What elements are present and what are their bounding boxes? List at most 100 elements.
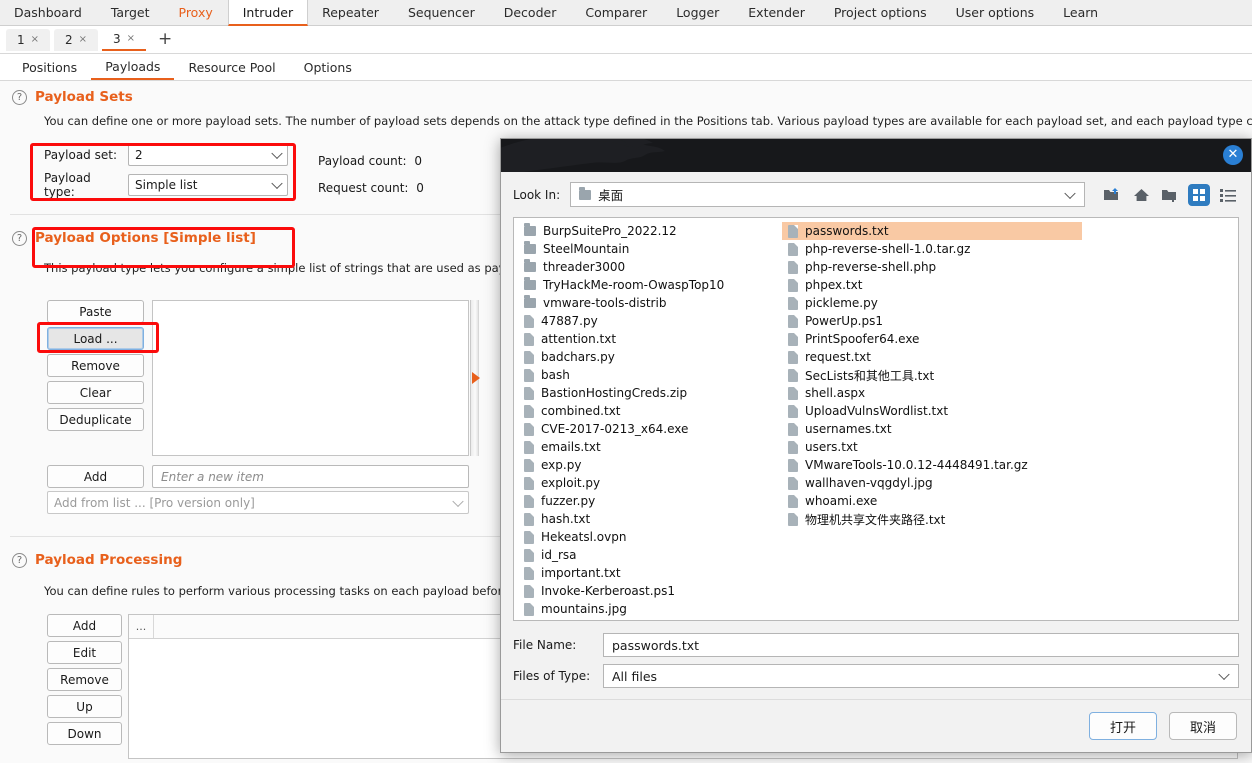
file-item[interactable]: SteelMountain: [518, 240, 768, 258]
file-item[interactable]: exploit.py: [518, 474, 768, 492]
load-button[interactable]: Load ...: [47, 327, 144, 350]
main-tab-comparer[interactable]: Comparer: [571, 0, 662, 25]
main-tab-learn[interactable]: Learn: [1049, 0, 1113, 25]
close-icon[interactable]: ×: [79, 34, 87, 45]
cancel-button[interactable]: 取消: [1169, 712, 1237, 740]
file-item[interactable]: mountains.jpg: [518, 600, 768, 618]
file-item[interactable]: hash.txt: [518, 510, 768, 528]
file-item[interactable]: whoami.exe: [782, 492, 1082, 510]
file-item[interactable]: combined.txt: [518, 402, 768, 420]
file-item[interactable]: usernames.txt: [782, 420, 1082, 438]
sub-tab-positions[interactable]: Positions: [8, 54, 91, 80]
main-tab-extender[interactable]: Extender: [734, 0, 820, 25]
file-item[interactable]: 47887.py: [518, 312, 768, 330]
paste-button[interactable]: Paste: [47, 300, 144, 323]
sub-tab-payloads[interactable]: Payloads: [91, 54, 174, 80]
file-item[interactable]: shell.aspx: [782, 384, 1082, 402]
main-tab-dashboard[interactable]: Dashboard: [0, 0, 97, 25]
new-attack-tab-button[interactable]: +: [150, 31, 180, 48]
rule-add-button[interactable]: Add: [47, 614, 122, 637]
add-payload-button[interactable]: Add: [47, 465, 144, 488]
sub-tab-resource-pool[interactable]: Resource Pool: [174, 54, 289, 80]
file-item[interactable]: pickleme.py: [782, 294, 1082, 312]
file-item[interactable]: id_rsa: [518, 546, 768, 564]
close-icon[interactable]: ✕: [1223, 145, 1243, 165]
file-item-selected[interactable]: passwords.txt: [782, 222, 1082, 240]
rule-down-button[interactable]: Down: [47, 722, 122, 745]
up-folder-icon[interactable]: [1101, 184, 1123, 206]
add-from-list-select[interactable]: Add from list ... [Pro version only]: [47, 491, 469, 514]
open-button[interactable]: 打开: [1089, 712, 1157, 740]
file-item[interactable]: SecLists和其他工具.txt: [782, 366, 1082, 384]
help-icon[interactable]: ?: [12, 553, 27, 568]
close-icon[interactable]: ×: [127, 33, 135, 44]
file-item[interactable]: phpex.txt: [782, 276, 1082, 294]
file-item[interactable]: php-reverse-shell.php: [782, 258, 1082, 276]
file-item[interactable]: emails.txt: [518, 438, 768, 456]
file-item[interactable]: TryHackMe-room-OwaspTop10: [518, 276, 768, 294]
file-item[interactable]: exp.py: [518, 456, 768, 474]
file-item[interactable]: bash: [518, 366, 768, 384]
files-of-type-select[interactable]: All files: [603, 664, 1239, 688]
dialog-title-bar[interactable]: ✕: [501, 139, 1251, 172]
close-icon[interactable]: ×: [31, 34, 39, 45]
file-item[interactable]: node（复件）.js: [518, 618, 768, 621]
list-view-icon[interactable]: [1217, 184, 1239, 206]
help-icon[interactable]: ?: [12, 90, 27, 105]
file-item[interactable]: PrintSpoofer64.exe: [782, 330, 1082, 348]
file-item[interactable]: CVE-2017-0213_x64.exe: [518, 420, 768, 438]
main-tab-target[interactable]: Target: [97, 0, 165, 25]
clear-button[interactable]: Clear: [47, 381, 144, 404]
file-item[interactable]: badchars.py: [518, 348, 768, 366]
expand-arrow-icon[interactable]: [472, 372, 480, 384]
panel-splitter[interactable]: [470, 300, 479, 456]
payload-set-select[interactable]: 2: [128, 144, 288, 166]
file-item[interactable]: BastionHostingCreds.zip: [518, 384, 768, 402]
grid-view-icon[interactable]: [1188, 184, 1210, 206]
file-name-input[interactable]: passwords.txt: [603, 633, 1239, 657]
attack-tab-3[interactable]: 3×: [102, 29, 146, 51]
remove-button[interactable]: Remove: [47, 354, 144, 377]
file-item[interactable]: attention.txt: [518, 330, 768, 348]
file-list[interactable]: BurpSuitePro_2022.12SteelMountainthreade…: [513, 217, 1239, 621]
file-item[interactable]: BurpSuitePro_2022.12: [518, 222, 768, 240]
file-item[interactable]: threader3000: [518, 258, 768, 276]
main-tab-project-options[interactable]: Project options: [820, 0, 942, 25]
look-in-select[interactable]: 桌面: [570, 182, 1085, 207]
home-icon[interactable]: [1130, 184, 1152, 206]
attack-tab-1[interactable]: 1×: [6, 29, 50, 51]
main-tab-decoder[interactable]: Decoder: [490, 0, 572, 25]
file-item[interactable]: vmware-tools-distrib: [518, 294, 768, 312]
help-icon[interactable]: ?: [12, 231, 27, 246]
main-tab-sequencer[interactable]: Sequencer: [394, 0, 490, 25]
file-item[interactable]: UploadVulnsWordlist.txt: [782, 402, 1082, 420]
file-item[interactable]: wallhaven-vqgdyl.jpg: [782, 474, 1082, 492]
file-item[interactable]: important.txt: [518, 564, 768, 582]
main-tab-repeater[interactable]: Repeater: [308, 0, 394, 25]
rule-up-button[interactable]: Up: [47, 695, 122, 718]
deduplicate-button[interactable]: Deduplicate: [47, 408, 144, 431]
new-item-input[interactable]: Enter a new item: [152, 465, 469, 488]
file-item[interactable]: users.txt: [782, 438, 1082, 456]
file-icon: [788, 333, 798, 346]
file-item[interactable]: fuzzer.py: [518, 492, 768, 510]
file-item[interactable]: Invoke-Kerberoast.ps1: [518, 582, 768, 600]
file-item[interactable]: 物理机共享文件夹路径.txt: [782, 510, 1082, 528]
main-tab-intruder[interactable]: Intruder: [228, 0, 308, 26]
file-item[interactable]: request.txt: [782, 348, 1082, 366]
payload-type-select[interactable]: Simple list: [128, 174, 288, 196]
file-item[interactable]: PowerUp.ps1: [782, 312, 1082, 330]
rules-col-index[interactable]: ...: [129, 615, 154, 638]
attack-tab-2[interactable]: 2×: [54, 29, 98, 51]
rule-remove-button[interactable]: Remove: [47, 668, 122, 691]
new-folder-icon[interactable]: [1159, 184, 1181, 206]
sub-tab-options[interactable]: Options: [290, 54, 366, 80]
main-tab-logger[interactable]: Logger: [662, 0, 734, 25]
main-tab-user-options[interactable]: User options: [942, 0, 1050, 25]
file-item[interactable]: VMwareTools-10.0.12-4448491.tar.gz: [782, 456, 1082, 474]
file-item[interactable]: Hekeatsl.ovpn: [518, 528, 768, 546]
file-item[interactable]: php-reverse-shell-1.0.tar.gz: [782, 240, 1082, 258]
main-tab-proxy[interactable]: Proxy: [165, 0, 228, 25]
payload-list-box[interactable]: [152, 300, 469, 456]
rule-edit-button[interactable]: Edit: [47, 641, 122, 664]
